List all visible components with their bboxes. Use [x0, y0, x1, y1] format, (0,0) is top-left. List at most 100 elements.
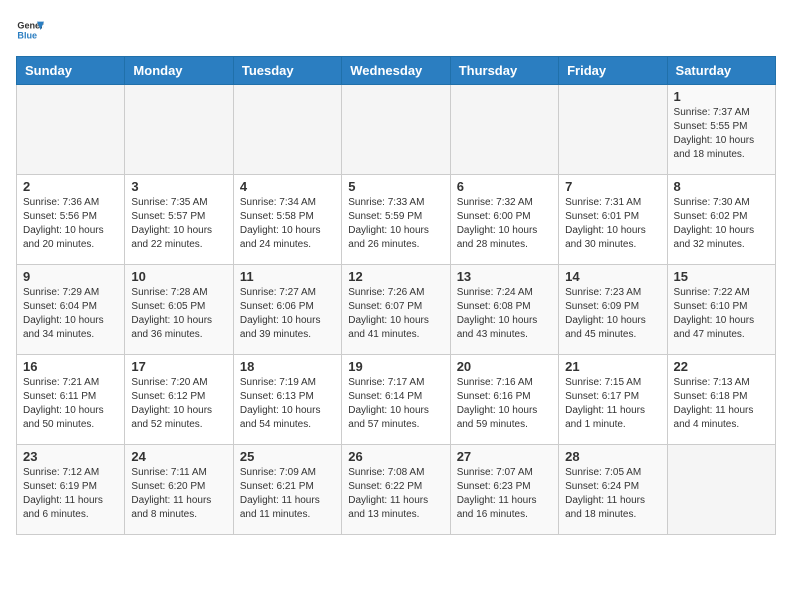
day-cell: 24 Sunrise: 7:11 AM Sunset: 6:20 PM Dayli…: [125, 445, 233, 535]
day-cell: 1 Sunrise: 7:37 AM Sunset: 5:55 PM Daylig…: [667, 85, 775, 175]
day-cell: 19 Sunrise: 7:17 AM Sunset: 6:14 PM Dayli…: [342, 355, 450, 445]
day-number: 11: [240, 269, 335, 284]
day-number: 25: [240, 449, 335, 464]
day-number: 5: [348, 179, 443, 194]
page-header: General Blue: [16, 16, 776, 44]
day-info: Sunrise: 7:17 AM Sunset: 6:14 PM Dayligh…: [348, 376, 443, 432]
calendar-table: SundayMondayTuesdayWednesdayThursdayFrid…: [16, 56, 776, 535]
logo-icon: General Blue: [16, 16, 44, 44]
day-number: 16: [23, 359, 118, 374]
day-number: 23: [23, 449, 118, 464]
day-info: Sunrise: 7:24 AM Sunset: 6:08 PM Dayligh…: [457, 286, 552, 342]
weekday-header-friday: Friday: [559, 57, 667, 85]
day-cell: [342, 85, 450, 175]
day-number: 20: [457, 359, 552, 374]
day-number: 4: [240, 179, 335, 194]
day-number: 3: [131, 179, 226, 194]
day-info: Sunrise: 7:35 AM Sunset: 5:57 PM Dayligh…: [131, 196, 226, 252]
day-cell: 26 Sunrise: 7:08 AM Sunset: 6:22 PM Dayli…: [342, 445, 450, 535]
day-info: Sunrise: 7:27 AM Sunset: 6:06 PM Dayligh…: [240, 286, 335, 342]
weekday-header-tuesday: Tuesday: [233, 57, 341, 85]
day-cell: 27 Sunrise: 7:07 AM Sunset: 6:23 PM Dayli…: [450, 445, 558, 535]
day-info: Sunrise: 7:37 AM Sunset: 5:55 PM Dayligh…: [674, 106, 769, 162]
day-number: 19: [348, 359, 443, 374]
day-info: Sunrise: 7:31 AM Sunset: 6:01 PM Dayligh…: [565, 196, 660, 252]
day-number: 7: [565, 179, 660, 194]
week-row-2: 2Sunrise: 7:36 AM Sunset: 5:56 PM Daylig…: [17, 175, 776, 265]
week-row-1: 1 Sunrise: 7:37 AM Sunset: 5:55 PM Daylig…: [17, 85, 776, 175]
day-number: 24: [131, 449, 226, 464]
day-cell: [667, 445, 775, 535]
day-cell: 16 Sunrise: 7:21 AM Sunset: 6:11 PM Dayli…: [17, 355, 125, 445]
svg-text:Blue: Blue: [17, 30, 37, 40]
day-cell: 4Sunrise: 7:34 AM Sunset: 5:58 PM Daylig…: [233, 175, 341, 265]
day-cell: 11 Sunrise: 7:27 AM Sunset: 6:06 PM Dayli…: [233, 265, 341, 355]
day-number: 26: [348, 449, 443, 464]
day-cell: 21Sunrise: 7:15 AM Sunset: 6:17 PM Dayli…: [559, 355, 667, 445]
day-cell: 20Sunrise: 7:16 AM Sunset: 6:16 PM Dayli…: [450, 355, 558, 445]
day-info: Sunrise: 7:28 AM Sunset: 6:05 PM Dayligh…: [131, 286, 226, 342]
day-cell: 3 Sunrise: 7:35 AM Sunset: 5:57 PM Daylig…: [125, 175, 233, 265]
day-info: Sunrise: 7:07 AM Sunset: 6:23 PM Dayligh…: [457, 466, 552, 522]
day-number: 27: [457, 449, 552, 464]
day-cell: [125, 85, 233, 175]
day-info: Sunrise: 7:19 AM Sunset: 6:13 PM Dayligh…: [240, 376, 335, 432]
day-number: 28: [565, 449, 660, 464]
logo: General Blue: [16, 16, 44, 44]
weekday-header-row: SundayMondayTuesdayWednesdayThursdayFrid…: [17, 57, 776, 85]
day-cell: [450, 85, 558, 175]
day-number: 12: [348, 269, 443, 284]
day-cell: 6 Sunrise: 7:32 AM Sunset: 6:00 PM Daylig…: [450, 175, 558, 265]
day-info: Sunrise: 7:21 AM Sunset: 6:11 PM Dayligh…: [23, 376, 118, 432]
day-cell: 13 Sunrise: 7:24 AM Sunset: 6:08 PM Dayli…: [450, 265, 558, 355]
week-row-3: 9Sunrise: 7:29 AM Sunset: 6:04 PM Daylig…: [17, 265, 776, 355]
day-number: 2: [23, 179, 118, 194]
day-number: 21: [565, 359, 660, 374]
day-cell: 5 Sunrise: 7:33 AM Sunset: 5:59 PM Daylig…: [342, 175, 450, 265]
day-info: Sunrise: 7:12 AM Sunset: 6:19 PM Dayligh…: [23, 466, 118, 522]
day-number: 22: [674, 359, 769, 374]
day-cell: 18 Sunrise: 7:19 AM Sunset: 6:13 PM Dayli…: [233, 355, 341, 445]
weekday-header-monday: Monday: [125, 57, 233, 85]
day-info: Sunrise: 7:32 AM Sunset: 6:00 PM Dayligh…: [457, 196, 552, 252]
day-cell: 10 Sunrise: 7:28 AM Sunset: 6:05 PM Dayli…: [125, 265, 233, 355]
day-number: 10: [131, 269, 226, 284]
day-cell: 17 Sunrise: 7:20 AM Sunset: 6:12 PM Dayli…: [125, 355, 233, 445]
day-info: Sunrise: 7:11 AM Sunset: 6:20 PM Dayligh…: [131, 466, 226, 522]
day-number: 13: [457, 269, 552, 284]
day-cell: 8 Sunrise: 7:30 AM Sunset: 6:02 PM Daylig…: [667, 175, 775, 265]
day-cell: 15 Sunrise: 7:22 AM Sunset: 6:10 PM Dayli…: [667, 265, 775, 355]
day-number: 17: [131, 359, 226, 374]
day-info: Sunrise: 7:13 AM Sunset: 6:18 PM Dayligh…: [674, 376, 769, 432]
day-info: Sunrise: 7:09 AM Sunset: 6:21 PM Dayligh…: [240, 466, 335, 522]
day-cell: [17, 85, 125, 175]
weekday-header-thursday: Thursday: [450, 57, 558, 85]
day-info: Sunrise: 7:22 AM Sunset: 6:10 PM Dayligh…: [674, 286, 769, 342]
day-info: Sunrise: 7:20 AM Sunset: 6:12 PM Dayligh…: [131, 376, 226, 432]
day-number: 1: [674, 89, 769, 104]
day-cell: 9Sunrise: 7:29 AM Sunset: 6:04 PM Daylig…: [17, 265, 125, 355]
day-cell: 28Sunrise: 7:05 AM Sunset: 6:24 PM Dayli…: [559, 445, 667, 535]
weekday-header-wednesday: Wednesday: [342, 57, 450, 85]
week-row-4: 16 Sunrise: 7:21 AM Sunset: 6:11 PM Dayli…: [17, 355, 776, 445]
day-number: 6: [457, 179, 552, 194]
day-number: 14: [565, 269, 660, 284]
day-cell: [233, 85, 341, 175]
day-info: Sunrise: 7:33 AM Sunset: 5:59 PM Dayligh…: [348, 196, 443, 252]
day-info: Sunrise: 7:08 AM Sunset: 6:22 PM Dayligh…: [348, 466, 443, 522]
day-cell: 14 Sunrise: 7:23 AM Sunset: 6:09 PM Dayli…: [559, 265, 667, 355]
day-cell: 22 Sunrise: 7:13 AM Sunset: 6:18 PM Dayli…: [667, 355, 775, 445]
day-number: 15: [674, 269, 769, 284]
weekday-header-sunday: Sunday: [17, 57, 125, 85]
day-cell: [559, 85, 667, 175]
day-cell: 2Sunrise: 7:36 AM Sunset: 5:56 PM Daylig…: [17, 175, 125, 265]
day-info: Sunrise: 7:23 AM Sunset: 6:09 PM Dayligh…: [565, 286, 660, 342]
week-row-5: 23 Sunrise: 7:12 AM Sunset: 6:19 PM Dayli…: [17, 445, 776, 535]
day-cell: 23 Sunrise: 7:12 AM Sunset: 6:19 PM Dayli…: [17, 445, 125, 535]
day-cell: 7 Sunrise: 7:31 AM Sunset: 6:01 PM Daylig…: [559, 175, 667, 265]
day-info: Sunrise: 7:30 AM Sunset: 6:02 PM Dayligh…: [674, 196, 769, 252]
day-info: Sunrise: 7:26 AM Sunset: 6:07 PM Dayligh…: [348, 286, 443, 342]
day-number: 8: [674, 179, 769, 194]
day-number: 9: [23, 269, 118, 284]
day-number: 18: [240, 359, 335, 374]
